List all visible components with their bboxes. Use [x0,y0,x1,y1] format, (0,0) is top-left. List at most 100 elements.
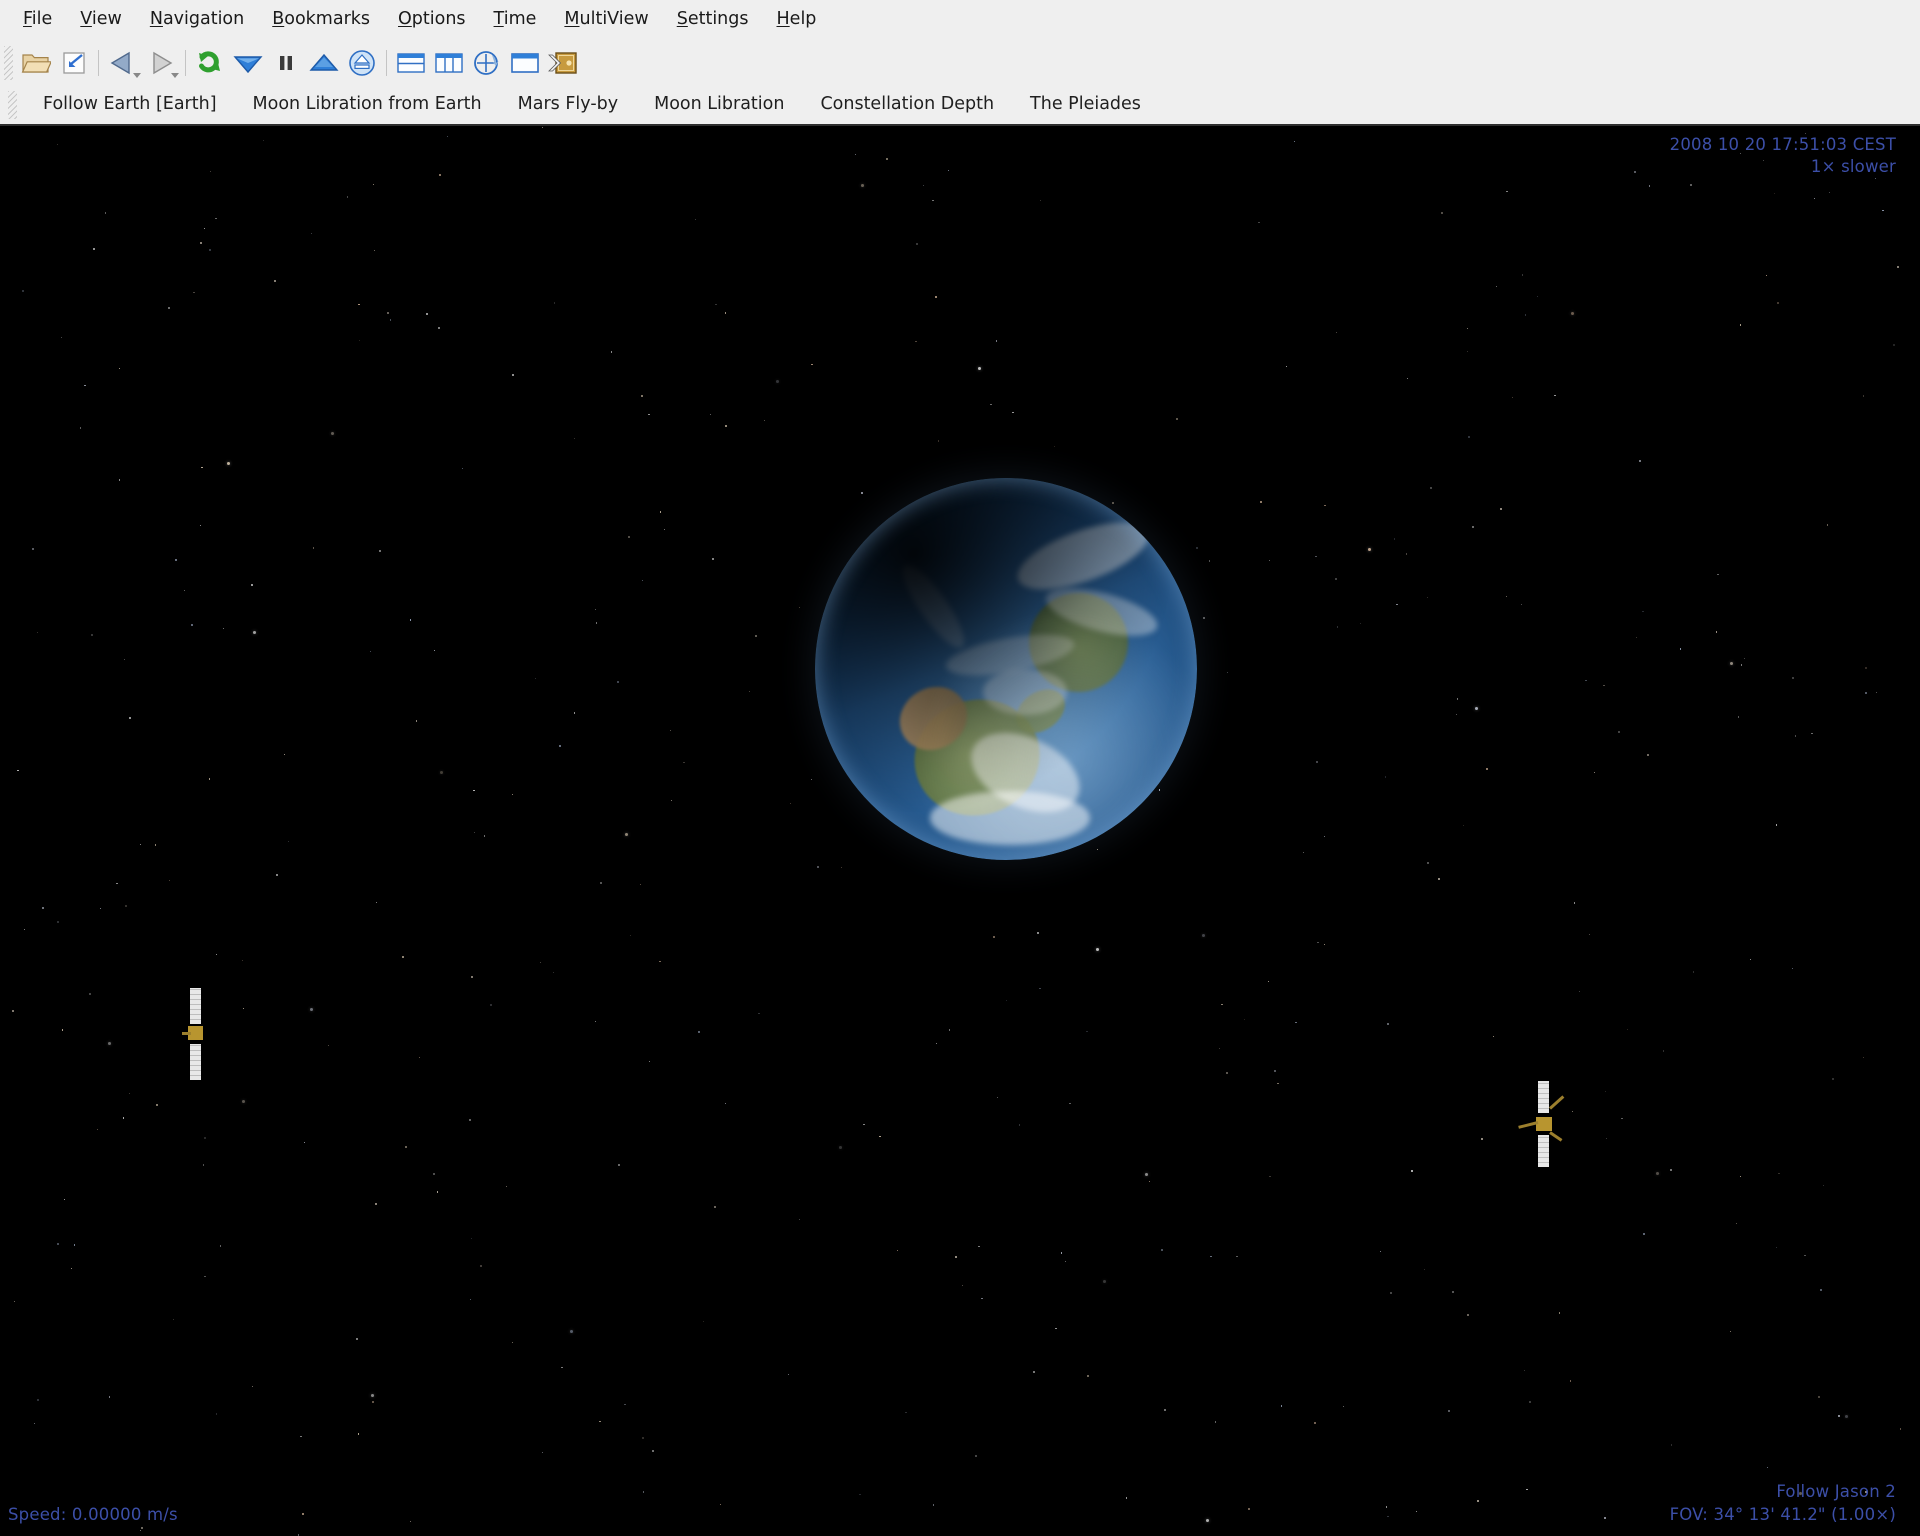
star [262,140,264,142]
render-viewport[interactable]: 2008 10 20 17:51:03 CEST 1× slower Speed… [0,126,1920,1536]
star [561,1366,563,1369]
time-rate: 1× slower [1810,157,1896,177]
star [505,1186,507,1188]
menu-item-time[interactable]: Time [481,7,550,33]
star [1285,365,1288,368]
menu-item-file[interactable]: File [10,7,65,33]
menu-item-view[interactable]: View [67,7,135,33]
menu-item-options[interactable]: Options [385,7,479,33]
star [642,579,644,582]
star [1317,941,1319,943]
star [1210,1255,1212,1258]
menu-item-multiview[interactable]: MultiView [551,7,661,33]
bookmark-item-moon-libration-from-earth[interactable]: Moon Libration from Earth [235,92,500,118]
follow-target: Follow Jason 2 [1776,1482,1896,1502]
split-vertically-button[interactable] [430,44,468,82]
reload-button[interactable] [191,44,229,82]
star [203,1164,205,1166]
star [1775,1246,1778,1248]
bookmark-item-moon-libration[interactable]: Moon Libration [636,92,802,118]
cycle-view-button[interactable] [468,44,506,82]
bookmark-item-the-pleiades[interactable]: The Pleiades [1012,92,1159,118]
star [1679,648,1682,650]
star [474,831,476,834]
star [1335,331,1337,334]
star [1603,685,1605,687]
star [511,793,514,795]
star [1621,1117,1623,1119]
star [1649,185,1651,187]
star [199,241,202,244]
real-time-button[interactable] [343,44,381,82]
star [1243,1018,1246,1020]
star [1316,761,1319,764]
star [1775,824,1778,826]
pause-button[interactable] [267,44,305,82]
capture-image-button[interactable] [55,44,93,82]
console-button[interactable] [544,44,582,82]
star [358,303,360,305]
star [934,296,937,299]
star [981,1297,983,1300]
slower-button[interactable] [229,44,267,82]
star [1646,753,1649,756]
star [242,1007,244,1010]
play-time-dropdown-arrow[interactable] [171,73,179,78]
satellite-left[interactable] [182,988,212,1088]
bookmark-item-follow-earth[interactable]: Follow Earth [Earth] [25,92,235,118]
star [933,1504,935,1506]
menu-item-help[interactable]: Help [764,7,830,33]
open-script-button[interactable] [17,44,55,82]
star [651,1450,654,1453]
satellite-right[interactable] [1518,1081,1568,1173]
single-view-button[interactable] [506,44,544,82]
star [1384,776,1386,778]
star [776,380,780,383]
bookmark-item-constellation-depth[interactable]: Constellation Depth [802,92,1012,118]
split-horizontally-button[interactable] [392,44,430,82]
star [356,1338,358,1340]
earth-sphere [815,478,1197,860]
star [1323,943,1325,945]
star [484,835,486,837]
star [479,1265,482,1268]
star [108,1396,111,1398]
star [56,144,58,146]
star [1638,459,1641,462]
faster-button[interactable] [305,44,343,82]
satellite-right-boom-right [1548,1095,1565,1110]
menu-item-bookmarks[interactable]: Bookmarks [259,7,383,33]
star [274,279,277,282]
satellite-right-body [1536,1117,1552,1131]
star [209,249,212,252]
menu-item-navigation[interactable]: Navigation [137,7,257,33]
menu-item-settings[interactable]: Settings [664,7,762,33]
star [1635,636,1637,639]
star [287,841,289,843]
star [473,790,475,792]
bookmark-bar-drag-handle[interactable] [8,91,17,119]
star [386,312,389,315]
star [96,1128,98,1130]
star [1480,1137,1483,1140]
toolbar-drag-handle[interactable] [4,46,13,80]
star [1633,170,1636,173]
star [905,1412,907,1414]
star [471,976,473,978]
reverse-time-button[interactable] [104,44,142,82]
star [1862,1057,1865,1059]
star [1005,999,1007,1002]
earth-object[interactable] [815,478,1197,860]
star [1086,1030,1088,1033]
star [1323,835,1325,837]
star [628,536,631,539]
star [1735,1222,1738,1224]
star [1267,980,1270,983]
star [1061,1252,1063,1254]
reverse-time-dropdown-arrow[interactable] [133,73,141,78]
star [1221,1004,1223,1006]
play-time-button[interactable] [142,44,180,82]
star [1269,1175,1271,1177]
bookmark-item-mars-fly-by[interactable]: Mars Fly-by [500,92,636,118]
star [1663,1050,1665,1052]
